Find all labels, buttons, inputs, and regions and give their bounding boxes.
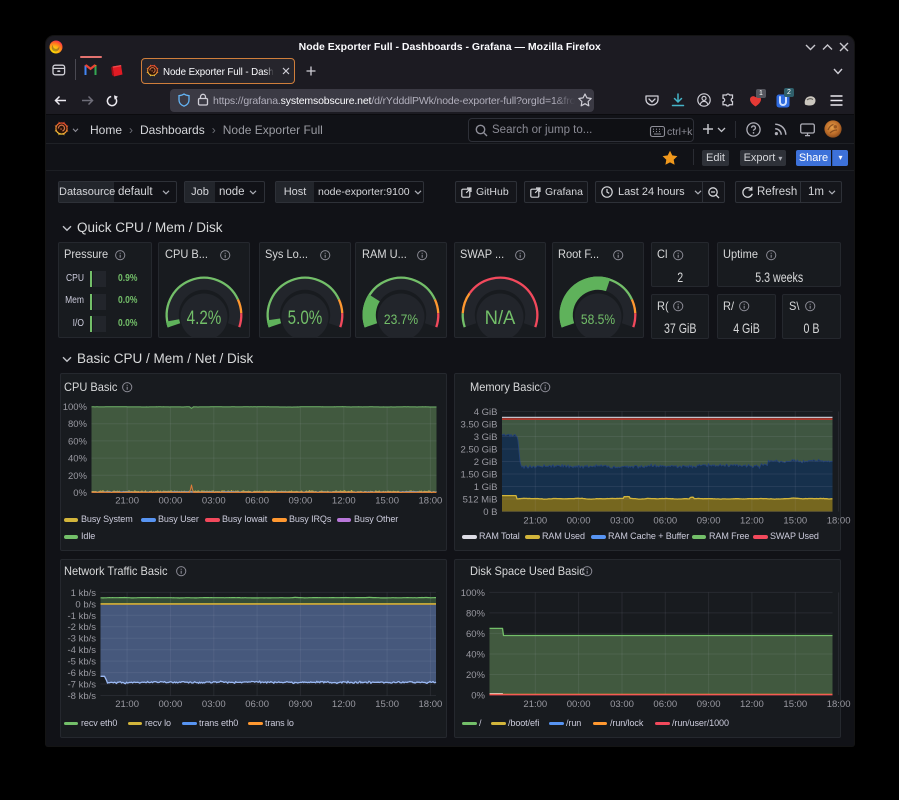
svg-text:06:00: 06:00: [245, 495, 269, 506]
svg-text:21:00: 21:00: [115, 495, 139, 506]
svg-text:1 GiB: 1 GiB: [473, 482, 497, 493]
svg-text:21:00: 21:00: [115, 699, 139, 710]
svg-text:03:00: 03:00: [201, 699, 225, 710]
svg-text:1.50 GiB: 1.50 GiB: [460, 469, 497, 480]
svg-text:18:00: 18:00: [826, 515, 850, 526]
svg-text:00:00: 00:00: [566, 515, 590, 526]
svg-text:03:00: 03:00: [201, 495, 225, 506]
svg-text:20%: 20%: [67, 470, 87, 481]
svg-text:09:00: 09:00: [288, 495, 312, 506]
svg-text:00:00: 00:00: [158, 495, 182, 506]
svg-text:21:00: 21:00: [523, 515, 547, 526]
svg-text:12:00: 12:00: [740, 515, 764, 526]
svg-text:15:00: 15:00: [375, 495, 399, 506]
svg-text:06:00: 06:00: [245, 699, 269, 710]
svg-text:80%: 80%: [67, 419, 87, 430]
svg-text:1 kb/s: 1 kb/s: [70, 588, 96, 599]
svg-text:18:00: 18:00: [826, 699, 850, 710]
svg-text:20%: 20%: [465, 670, 485, 681]
svg-text:-1 kb/s: -1 kb/s: [67, 611, 96, 622]
svg-text:-7 kb/s: -7 kb/s: [67, 680, 96, 691]
svg-text:-2 kb/s: -2 kb/s: [67, 622, 96, 633]
svg-text:40%: 40%: [465, 650, 485, 661]
svg-text:-4 kb/s: -4 kb/s: [67, 645, 96, 656]
svg-text:40%: 40%: [67, 453, 87, 464]
svg-text:06:00: 06:00: [653, 699, 677, 710]
svg-text:15:00: 15:00: [783, 515, 807, 526]
svg-text:18:00: 18:00: [418, 699, 442, 710]
svg-text:60%: 60%: [67, 436, 87, 447]
svg-text:4 GiB: 4 GiB: [473, 407, 497, 418]
svg-text:3 GiB: 3 GiB: [473, 432, 497, 443]
svg-text:-5 kb/s: -5 kb/s: [67, 657, 96, 668]
svg-text:0%: 0%: [471, 691, 485, 702]
svg-text:512 MiB: 512 MiB: [462, 494, 497, 505]
svg-text:-8 kb/s: -8 kb/s: [67, 691, 96, 702]
svg-text:15:00: 15:00: [783, 699, 807, 710]
svg-text:09:00: 09:00: [288, 699, 312, 710]
svg-text:09:00: 09:00: [696, 699, 720, 710]
svg-text:12:00: 12:00: [740, 699, 764, 710]
svg-text:100%: 100%: [62, 402, 87, 413]
svg-text:-6 kb/s: -6 kb/s: [67, 668, 96, 679]
svg-text:0 B: 0 B: [483, 507, 497, 518]
svg-text:2 GiB: 2 GiB: [473, 457, 497, 468]
svg-text:12:00: 12:00: [331, 495, 355, 506]
svg-text:12:00: 12:00: [331, 699, 355, 710]
svg-text:0 b/s: 0 b/s: [75, 599, 96, 610]
svg-text:09:00: 09:00: [696, 515, 720, 526]
svg-text:2.50 GiB: 2.50 GiB: [460, 444, 497, 455]
svg-text:03:00: 03:00: [610, 699, 634, 710]
svg-text:0%: 0%: [73, 488, 87, 499]
svg-text:80%: 80%: [465, 608, 485, 619]
svg-text:3.50 GiB: 3.50 GiB: [460, 419, 497, 430]
svg-text:06:00: 06:00: [653, 515, 677, 526]
svg-text:15:00: 15:00: [375, 699, 399, 710]
svg-text:03:00: 03:00: [610, 515, 634, 526]
svg-text:21:00: 21:00: [523, 699, 547, 710]
svg-text:60%: 60%: [465, 629, 485, 640]
svg-text:00:00: 00:00: [158, 699, 182, 710]
svg-text:-3 kb/s: -3 kb/s: [67, 634, 96, 645]
svg-text:00:00: 00:00: [566, 699, 590, 710]
svg-text:100%: 100%: [460, 588, 485, 599]
svg-text:18:00: 18:00: [418, 495, 442, 506]
